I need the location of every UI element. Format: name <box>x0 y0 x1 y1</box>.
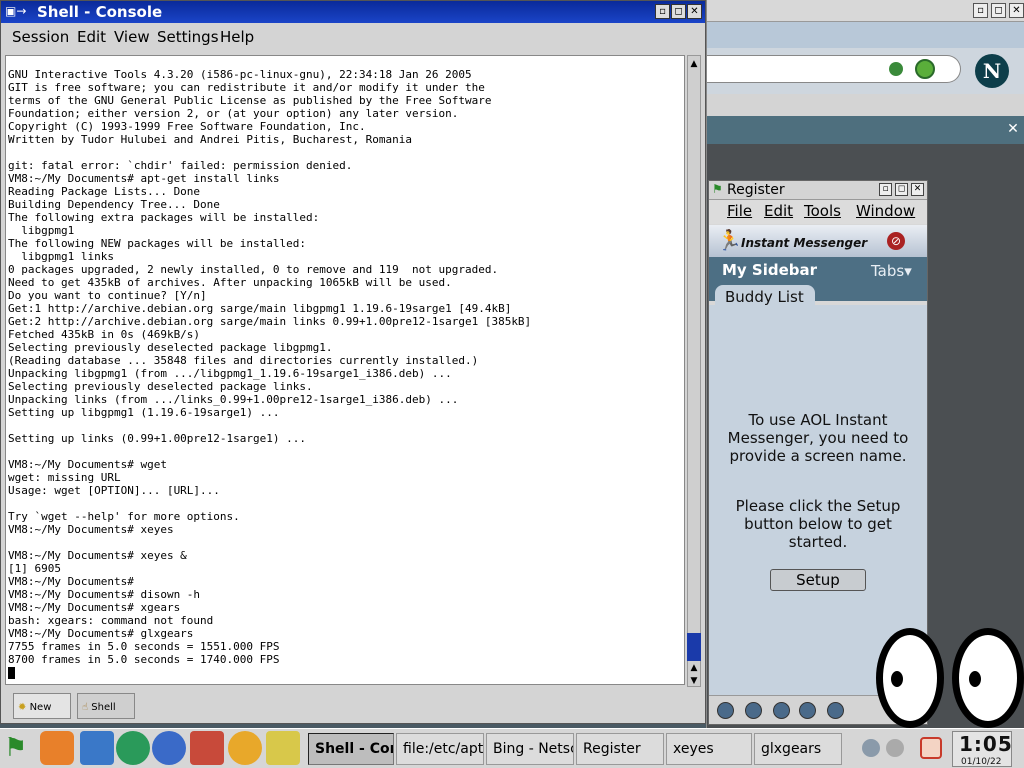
clock[interactable]: 1:05 01/10/22 <box>952 731 1012 767</box>
task-register[interactable]: Register <box>576 733 664 765</box>
maximize-icon[interactable]: ◻ <box>895 183 908 196</box>
close-icon[interactable]: ✕ <box>687 4 702 19</box>
aim-titlebar[interactable]: ⚑ Register ▫ ◻ ✕ <box>709 181 927 200</box>
taskbar: ⚑ Shell - Console file:/etc/apt Bing - N… <box>0 728 1024 768</box>
task-shell-console[interactable]: Shell - Console <box>308 733 394 765</box>
aim-menubar: File Edit Tools Window <box>709 200 927 224</box>
tools-icon[interactable] <box>799 702 816 719</box>
start-menu-icon[interactable]: ⚑ <box>4 733 34 763</box>
editor-icon[interactable] <box>266 731 300 765</box>
terminal-text: GNU Interactive Tools 4.3.20 (i586-pc-li… <box>8 68 532 666</box>
scroll-up-icon[interactable]: ▲ <box>687 57 701 71</box>
browser-toolbar-strip <box>707 22 1024 48</box>
console-window: ▣→ Shell - Console ▫ ◻ ✕ Session Edit Vi… <box>0 0 706 724</box>
runner-icon[interactable] <box>116 731 150 765</box>
menu-settings[interactable]: Settings <box>157 28 219 46</box>
minimize-icon[interactable]: ▫ <box>879 183 892 196</box>
minimize-icon[interactable]: ▫ <box>655 4 670 19</box>
volume-icon[interactable] <box>862 739 880 757</box>
setup-button[interactable]: Setup <box>770 569 866 591</box>
close-icon[interactable]: ✕ <box>911 183 924 196</box>
browser-sidebar-band <box>707 116 1024 144</box>
info-icon[interactable] <box>773 702 790 719</box>
close-icon[interactable]: ✕ <box>1009 3 1024 18</box>
menu-help[interactable]: Help <box>220 28 254 46</box>
maximize-icon[interactable]: ◻ <box>671 4 686 19</box>
aim-window-title: Register <box>727 182 785 198</box>
scroll-down-icon[interactable]: ▼ <box>687 674 701 688</box>
security-icon <box>889 62 903 76</box>
aim-brand: Instant Messenger <box>741 236 868 250</box>
netscape-logo: N <box>975 54 1009 88</box>
console-titlebar[interactable]: ▣→ Shell - Console ▫ ◻ ✕ <box>1 1 705 23</box>
user-icon[interactable] <box>886 739 904 757</box>
tabs-dropdown[interactable]: Tabs▾ <box>871 262 912 280</box>
new-session-icon: ✹ <box>18 702 27 713</box>
running-man-icon: 🏃 <box>717 228 742 252</box>
new-session-label: New <box>29 702 52 713</box>
aim-app-icon: ⚑ <box>712 182 723 196</box>
terminal-icon: ▣→ <box>5 4 27 18</box>
console-scrollbar[interactable] <box>687 55 701 687</box>
shell-icon: ☝ <box>82 702 89 713</box>
left-pupil <box>891 671 903 687</box>
aim-launcher-icon[interactable] <box>228 731 262 765</box>
menu-edit[interactable]: Edit <box>764 202 793 220</box>
shell-tab-label: Shell <box>91 702 116 713</box>
tab-shell[interactable]: ☝ Shell <box>77 693 135 719</box>
aim-message-screenname: To use AOL Instant Messenger, you need t… <box>727 411 909 465</box>
aim-banner: 🏃 Instant Messenger ⊘ <box>709 225 927 257</box>
mail-icon[interactable] <box>745 702 762 719</box>
menu-session[interactable]: Session <box>12 28 69 46</box>
console-menubar: Session Edit View Settings Help <box>1 23 705 51</box>
tab-buddy-list[interactable]: Buddy List <box>715 285 815 309</box>
console-tabbar: ✹ New ☝ Shell <box>5 691 701 721</box>
life-vest-icon[interactable] <box>40 731 74 765</box>
task-glxgears[interactable]: glxgears <box>754 733 842 765</box>
terminal-cursor <box>8 667 15 679</box>
no-access-icon[interactable]: ⊘ <box>887 232 905 250</box>
go-button[interactable] <box>915 59 935 79</box>
task-file-browser[interactable]: file:/etc/apt <box>396 733 484 765</box>
menu-tools[interactable]: Tools <box>804 202 841 220</box>
maximize-icon[interactable]: ◻ <box>991 3 1006 18</box>
sidebar-title: My Sidebar <box>722 261 818 279</box>
aim-message-setup: Please click the Setup button below to g… <box>735 497 901 551</box>
right-pupil <box>969 671 981 687</box>
scroll-up-icon[interactable]: ▲ <box>687 661 701 675</box>
minimize-icon[interactable]: ▫ <box>973 3 988 18</box>
task-xeyes[interactable]: xeyes <box>666 733 752 765</box>
menu-window[interactable]: Window <box>856 202 915 220</box>
clock-date: 01/10/22 <box>961 757 1002 767</box>
terminal-output[interactable]: GNU Interactive Tools 4.3.20 (i586-pc-li… <box>5 55 685 685</box>
scrollbar-thumb[interactable] <box>687 633 701 661</box>
chat-icon[interactable] <box>827 702 844 719</box>
clock-time: 1:05 <box>959 732 1013 756</box>
new-session-button[interactable]: ✹ New <box>13 693 71 719</box>
task-netscape[interactable]: Bing - Netscape <box>486 733 574 765</box>
menu-edit[interactable]: Edit <box>77 28 106 46</box>
menu-file[interactable]: File <box>727 202 752 220</box>
cube-icon[interactable] <box>80 731 114 765</box>
menu-view[interactable]: View <box>114 28 150 46</box>
console-window-title: Shell - Console <box>37 3 163 21</box>
xeyes-left-eye <box>876 628 944 728</box>
xeyes-right-eye <box>952 628 1024 728</box>
close-sidebar-icon[interactable]: ✕ <box>1003 118 1023 140</box>
power-icon[interactable] <box>920 737 942 759</box>
terminal-launcher-icon[interactable] <box>190 731 224 765</box>
aim-icon[interactable] <box>717 702 734 719</box>
globe-icon[interactable] <box>152 731 186 765</box>
